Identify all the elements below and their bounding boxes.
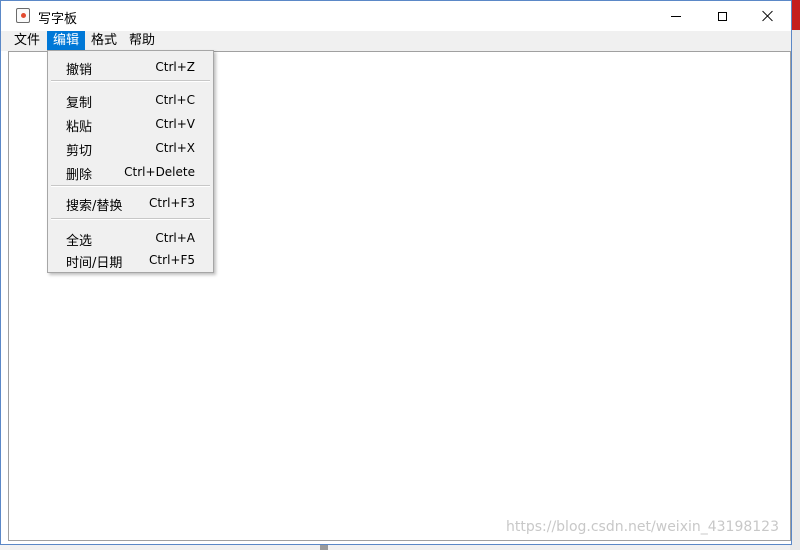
minimize-button[interactable] — [653, 1, 699, 31]
menu-item-label: 粘贴 — [66, 120, 93, 135]
menu-item-select-all[interactable]: 全选 Ctrl+A — [48, 226, 213, 249]
menu-item-time-date[interactable]: 时间/日期 Ctrl+F5 — [48, 248, 213, 271]
menu-item-label: 撤销 — [66, 63, 93, 78]
menu-help[interactable]: 帮助 — [123, 31, 161, 51]
menu-bar: 文件 编辑 格式 帮助 — [1, 31, 791, 51]
menu-item-shortcut: Ctrl+Z — [155, 60, 195, 74]
maximize-icon — [717, 11, 727, 21]
edit-dropdown-menu: 撤销 Ctrl+Z 复制 Ctrl+C 粘贴 Ctrl+V 剪切 Ctrl+X … — [47, 50, 214, 273]
close-icon — [762, 10, 774, 22]
menu-item-label: 剪切 — [66, 144, 93, 159]
menu-item-label: 时间/日期 — [66, 256, 123, 271]
title-bar[interactable]: 写字板 — [1, 1, 791, 31]
watermark-text: https://blog.csdn.net/weixin_43198123 — [505, 519, 779, 535]
menu-item-shortcut: Ctrl+Delete — [124, 165, 195, 179]
background-red-strip — [792, 0, 800, 30]
menu-item-copy[interactable]: 复制 Ctrl+C — [48, 88, 213, 111]
menu-separator — [51, 80, 210, 82]
menu-separator — [51, 185, 210, 187]
menu-item-shortcut: Ctrl+F5 — [149, 253, 195, 267]
menu-item-shortcut: Ctrl+X — [155, 141, 195, 155]
menu-item-cut[interactable]: 剪切 Ctrl+X — [48, 136, 213, 159]
menu-item-paste[interactable]: 粘贴 Ctrl+V — [48, 112, 213, 135]
menu-item-label: 搜索/替换 — [66, 199, 123, 214]
menu-item-undo[interactable]: 撤销 Ctrl+Z — [48, 55, 213, 78]
menu-item-shortcut: Ctrl+C — [155, 93, 195, 107]
menu-item-shortcut: Ctrl+A — [155, 231, 195, 245]
menu-edit[interactable]: 编辑 — [47, 31, 86, 51]
menu-item-label: 复制 — [66, 96, 93, 111]
window-title: 写字板 — [38, 12, 78, 27]
menu-file[interactable]: 文件 — [8, 31, 46, 51]
menu-item-delete[interactable]: 删除 Ctrl+Delete — [48, 160, 213, 183]
menu-item-label: 删除 — [66, 168, 93, 183]
menu-separator — [51, 218, 210, 220]
menu-item-shortcut: Ctrl+V — [155, 117, 195, 131]
menu-format[interactable]: 格式 — [85, 31, 123, 51]
menu-item-search-replace[interactable]: 搜索/替换 Ctrl+F3 — [48, 191, 213, 214]
java-cup-icon — [16, 8, 30, 23]
close-button[interactable] — [745, 1, 791, 31]
minimize-icon — [671, 15, 681, 17]
menu-item-label: 全选 — [66, 234, 93, 249]
maximize-button[interactable] — [699, 1, 745, 31]
menu-item-shortcut: Ctrl+F3 — [149, 196, 195, 210]
